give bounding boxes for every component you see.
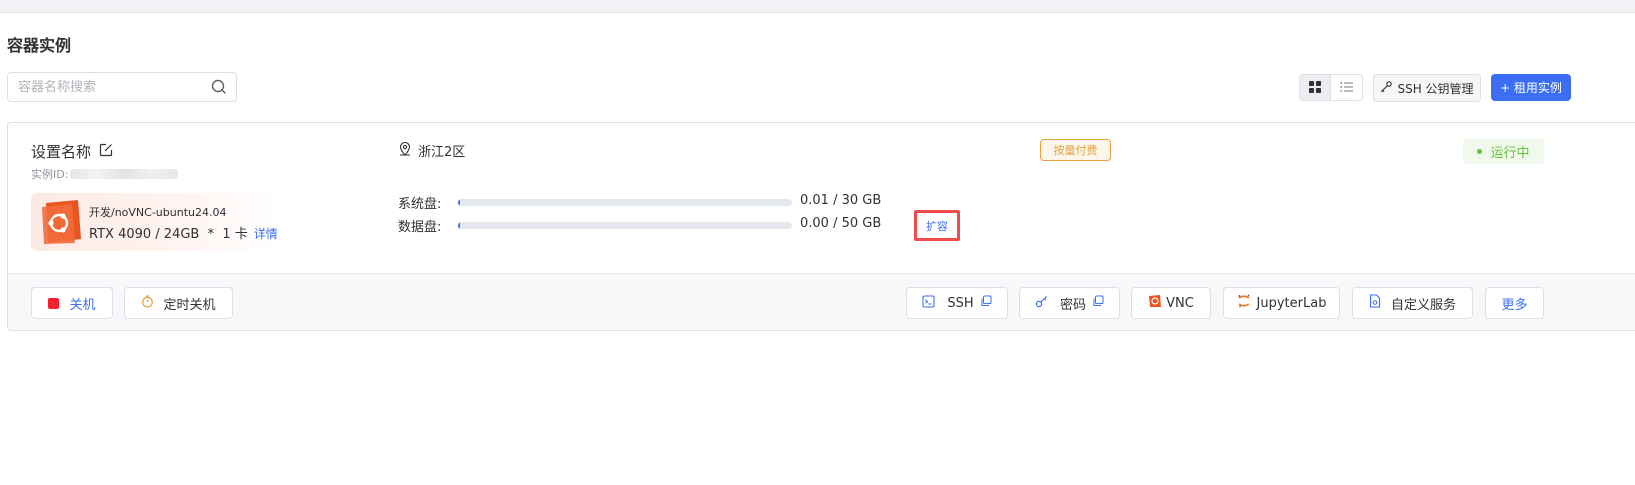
data-disk-label: 数据盘: [398, 220, 442, 235]
gpu-spec: RTX 4090 / 24GB * 1 卡详情 [89, 223, 278, 242]
action-bar: 关机 定时关机 SSH 密码 VNC JupyterLab 自定义服务 更多 [8, 273, 1635, 330]
more-button[interactable]: 更多 [1485, 287, 1544, 319]
file-icon [1369, 294, 1381, 312]
status-dot [1477, 149, 1483, 154]
ssh-label: SSH [947, 295, 974, 311]
grid-view-button[interactable] [1300, 75, 1332, 100]
search-input[interactable] [18, 73, 208, 101]
shutdown-button[interactable]: 关机 [31, 287, 113, 319]
instance-id: 实例ID: [31, 166, 179, 182]
shutdown-label: 关机 [69, 297, 96, 313]
key-icon [1035, 295, 1048, 312]
terminal-icon [922, 294, 935, 312]
data-disk-value: 0.00 / 50 GB [800, 216, 882, 231]
password-label: 密码 [1059, 297, 1086, 313]
vnc-button[interactable]: VNC [1131, 287, 1211, 319]
vnc-label: VNC [1166, 295, 1194, 311]
more-label: 更多 [1501, 297, 1528, 313]
key-icon [1380, 80, 1393, 96]
data-disk-fill [458, 222, 460, 229]
ssh-key-management-button[interactable]: SSH 公钥管理 [1373, 74, 1481, 102]
top-bar [0, 0, 1635, 13]
instance-id-value-redacted [70, 169, 179, 179]
image-name: 开发/noVNC-ubuntu24.04 [89, 206, 227, 219]
page-title: 容器实例 [7, 36, 72, 55]
view-toggle [1299, 74, 1363, 101]
instance-id-label: 实例ID: [31, 168, 69, 181]
search-icon[interactable] [211, 79, 227, 99]
system-disk-fill [458, 199, 460, 206]
edit-icon[interactable] [99, 143, 113, 161]
password-button[interactable]: 密码 [1019, 287, 1120, 319]
rent-instance-button[interactable]: + 租用实例 [1491, 74, 1571, 101]
system-disk-label: 系统盘: [398, 197, 442, 212]
status-badge: 运行中 [1463, 139, 1544, 164]
list-icon [1340, 78, 1353, 97]
jupyterlab-button[interactable]: JupyterLab [1223, 287, 1340, 319]
custom-service-label: 自定义服务 [1390, 297, 1456, 313]
region: 浙江2区 [398, 141, 465, 160]
status-label: 运行中 [1490, 146, 1530, 161]
region-label: 浙江2区 [418, 145, 466, 160]
gpu-spec-text: RTX 4090 / 24GB * 1 卡 [89, 227, 248, 242]
jupyter-icon [1237, 294, 1251, 312]
custom-service-button[interactable]: 自定义服务 [1352, 287, 1473, 319]
stop-icon [48, 297, 60, 309]
copy-icon[interactable] [980, 295, 992, 311]
grid-icon [1309, 78, 1321, 97]
instance-card: 设置名称 实例ID: 开发/noVNC-ubuntu24.04 RTX 4090… [7, 122, 1635, 331]
image-info: 开发/noVNC-ubuntu24.04 RTX 4090 / 24GB * 1… [31, 193, 278, 251]
expand-disk-button[interactable]: 扩容 [914, 210, 960, 241]
jupyterlab-label: JupyterLab [1256, 295, 1327, 311]
scheduled-shutdown-label: 定时关机 [163, 297, 216, 313]
location-icon [398, 141, 412, 160]
copy-icon[interactable] [1092, 295, 1104, 311]
list-view-button[interactable] [1331, 75, 1362, 100]
ssh-button[interactable]: SSH [906, 287, 1008, 319]
search-box[interactable] [7, 72, 237, 102]
system-disk-value: 0.01 / 30 GB [800, 193, 882, 208]
expand-label: 扩容 [926, 219, 948, 233]
instance-name-row: 设置名称 [31, 141, 113, 162]
data-disk-bar [458, 222, 792, 229]
details-link[interactable]: 详情 [254, 227, 278, 241]
vnc-icon [1148, 294, 1164, 312]
billing-badge: 按量付费 [1040, 139, 1111, 161]
ssh-key-label: SSH 公钥管理 [1397, 81, 1474, 96]
instance-name: 设置名称 [31, 143, 92, 161]
timer-icon [141, 294, 154, 312]
scheduled-shutdown-button[interactable]: 定时关机 [124, 287, 233, 319]
system-disk-bar [458, 199, 792, 206]
ubuntu-logo-icon [38, 199, 84, 245]
